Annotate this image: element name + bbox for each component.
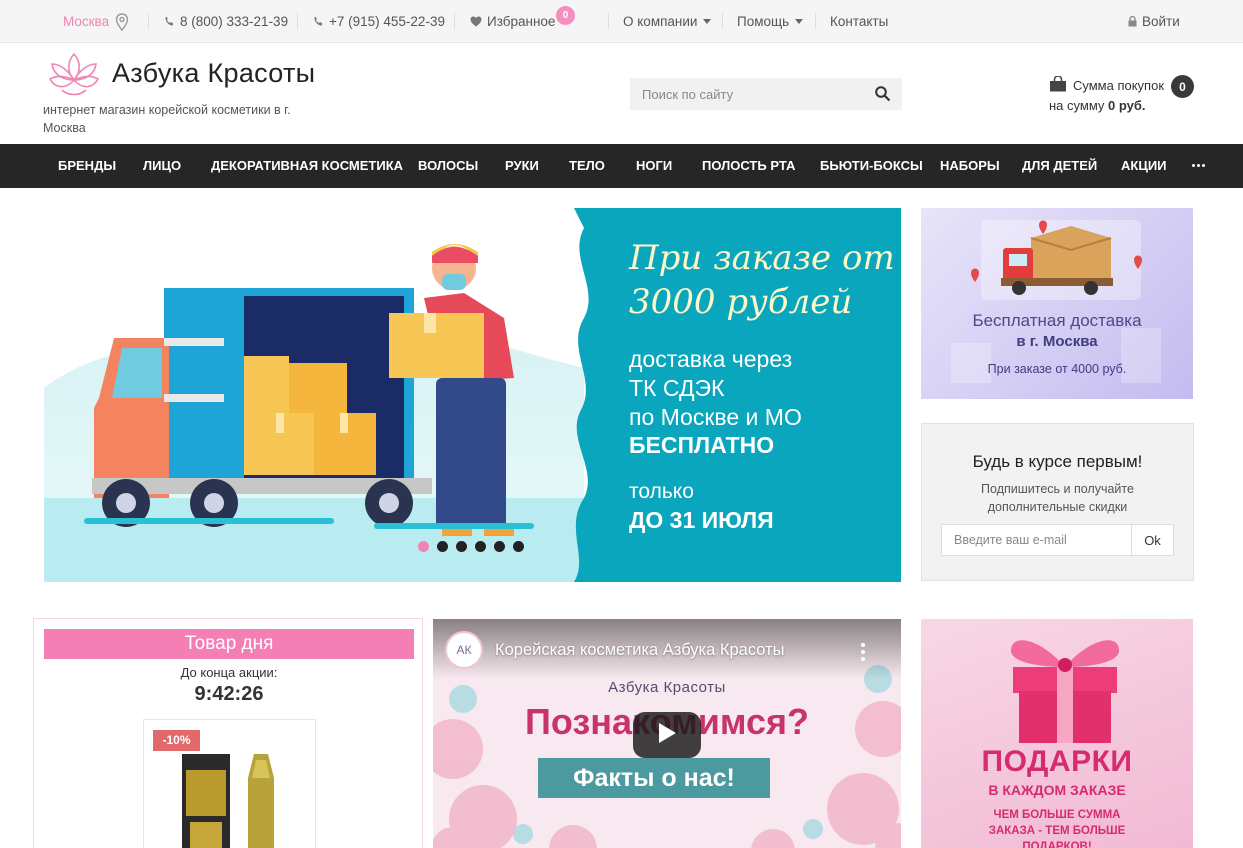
hero-slider[interactable]: При заказе от 3000 рублей доставка через…	[44, 208, 901, 582]
slider-dot-4[interactable]	[475, 541, 486, 552]
location-pin-icon	[115, 12, 129, 31]
hero-line-4: ТК СДЭК	[629, 375, 725, 401]
menu-contacts[interactable]: Контакты	[830, 0, 888, 43]
nav-item-feet[interactable]: Ноги	[636, 144, 672, 188]
nav-item-makeup[interactable]: Декоративная косметика	[211, 144, 403, 188]
heart-icon	[470, 16, 482, 27]
gifts-banner[interactable]: ПОДАРКИ В КАЖДОМ ЗАКАЗЕ ЧЕМ БОЛЬШЕ СУММА…	[921, 619, 1193, 848]
video-brand: Азбука Красоты	[608, 679, 726, 696]
search-input[interactable]	[630, 78, 860, 110]
play-icon	[657, 722, 677, 749]
hero-line-7: только	[629, 480, 694, 503]
phone-icon	[313, 16, 324, 27]
video-title[interactable]: Корейская косметика Азбука Красоты	[495, 641, 785, 660]
search-icon[interactable]	[875, 86, 890, 106]
nav-item-hands[interactable]: Руки	[505, 144, 539, 188]
menu-help-label: Помощь	[737, 14, 790, 29]
youtube-video-embed[interactable]: АК Корейская косметика Азбука Красоты Аз…	[433, 619, 901, 848]
cart-count-badge[interactable]: 0	[1171, 75, 1194, 98]
nav-item-body[interactable]: Тело	[569, 144, 605, 188]
phone-icon	[164, 16, 175, 27]
gifts-note: ЧЕМ БОЛЬШЕ СУММА ЗАКАЗА - ТЕМ БОЛЬШЕ ПОД…	[988, 809, 1126, 848]
search-box	[630, 78, 902, 110]
nav-item-oral[interactable]: Полость рта	[702, 144, 795, 188]
slider-dot-2[interactable]	[437, 541, 448, 552]
slider-dot-3[interactable]	[456, 541, 467, 552]
chevron-down-icon	[795, 19, 804, 24]
delivery-banner-city: в г. Москва	[1016, 333, 1098, 350]
cart-label: Сумма покупок	[1073, 77, 1165, 93]
gifts-subtitle: В КАЖДОМ ЗАКАЗЕ	[988, 782, 1126, 798]
subscribe-button[interactable]: Ok	[1131, 524, 1174, 556]
site-tagline: интернет магазин корейской косметики в г…	[43, 103, 291, 135]
phone-2[interactable]: +7 (915) 455-22-39	[313, 0, 445, 43]
hero-line-5: по Москве и МО	[629, 404, 802, 430]
city-name: Москва	[63, 14, 110, 29]
city-selector[interactable]: Москва	[63, 0, 129, 43]
phone-1[interactable]: 8 (800) 333-21-39	[164, 0, 288, 43]
more-vertical-icon[interactable]	[861, 643, 865, 661]
delivery-banner-note: При заказе от 4000 руб.	[987, 362, 1127, 376]
nav-item-face[interactable]: Лицо	[143, 144, 181, 188]
favorites-label: Избранное	[487, 14, 556, 29]
video-subheadline: Факты о нас!	[538, 758, 770, 798]
product-card[interactable]: -10%	[143, 719, 316, 848]
slider-dots	[418, 541, 524, 552]
favorites-count-badge: 0	[556, 6, 575, 25]
play-button[interactable]	[633, 712, 701, 758]
channel-avatar[interactable]: АК	[445, 631, 483, 669]
countdown-label: До конца акции:	[180, 665, 278, 680]
product-of-day: Товар дня До конца акции: 9:42:26 -10%	[33, 618, 423, 848]
free-delivery-banner[interactable]: Бесплатная доставка в г. Москва При зака…	[921, 208, 1193, 399]
menu-help[interactable]: Помощь	[737, 0, 804, 43]
menu-company-label: О компании	[623, 14, 698, 29]
nav-item-sets[interactable]: Наборы	[940, 144, 1000, 188]
nav-item-beauty-boxes[interactable]: Бьюти-боксы	[820, 144, 923, 188]
subscribe-title: Будь в курсе первым!	[972, 452, 1143, 471]
cart-sum-prefix: на сумму	[1049, 98, 1105, 113]
login-label: Войти	[1142, 14, 1180, 29]
cart-sum-value: 0 руб.	[1108, 98, 1146, 113]
login-link[interactable]: Войти	[1128, 0, 1180, 43]
slider-dot-1[interactable]	[418, 541, 429, 552]
email-field[interactable]	[941, 524, 1132, 556]
nav-item-hair[interactable]: Волосы	[418, 144, 478, 188]
favorites-link[interactable]: Избранное 0	[470, 0, 575, 43]
gifts-title: ПОДАРКИ	[981, 745, 1133, 778]
slider-dot-5[interactable]	[494, 541, 505, 552]
nav-item-sales[interactable]: Акции	[1121, 144, 1167, 188]
cart-summary[interactable]: Сумма покупок на сумму 0 руб.	[1049, 74, 1165, 113]
discount-badge: -10%	[153, 730, 200, 751]
hero-line-6: БЕСПЛАТНО	[629, 432, 775, 458]
slider-dot-6[interactable]	[513, 541, 524, 552]
lock-icon	[1128, 16, 1137, 27]
top-bar: Москва 8 (800) 333-21-39 +7 (915) 455-22…	[0, 0, 1243, 43]
main-nav: Бренды Лицо Декоративная косметика Волос…	[0, 144, 1243, 188]
subscribe-description: Подпишитесь и получайте дополнительные с…	[981, 482, 1134, 514]
hero-headline-2: 3000 рублей	[629, 282, 853, 322]
hero-line-8: ДО 31 ИЮЛЯ	[629, 507, 774, 533]
delivery-banner-title: Бесплатная доставка	[972, 311, 1142, 330]
nav-item-kids[interactable]: Для детей	[1022, 144, 1097, 188]
subscribe-box: Будь в курсе первым! Подпишитесь и получ…	[921, 423, 1194, 581]
product-of-day-title: Товар дня	[44, 629, 414, 659]
phone-1-number: 8 (800) 333-21-39	[180, 14, 289, 29]
chevron-down-icon	[703, 19, 712, 24]
menu-contacts-label: Контакты	[830, 14, 889, 29]
shopping-bag-icon	[1049, 74, 1067, 95]
countdown-timer: 9:42:26	[194, 683, 264, 705]
more-dots-icon[interactable]	[1192, 164, 1205, 167]
nav-item-brands[interactable]: Бренды	[58, 144, 116, 188]
hero-line-3: доставка через	[629, 346, 793, 372]
logo-icon[interactable]	[44, 50, 104, 105]
phone-2-number: +7 (915) 455-22-39	[329, 14, 445, 29]
menu-company[interactable]: О компании	[623, 0, 712, 43]
hero-headline-1: При заказе от	[629, 238, 895, 278]
logo-text[interactable]: Азбука Красоты	[112, 58, 315, 89]
